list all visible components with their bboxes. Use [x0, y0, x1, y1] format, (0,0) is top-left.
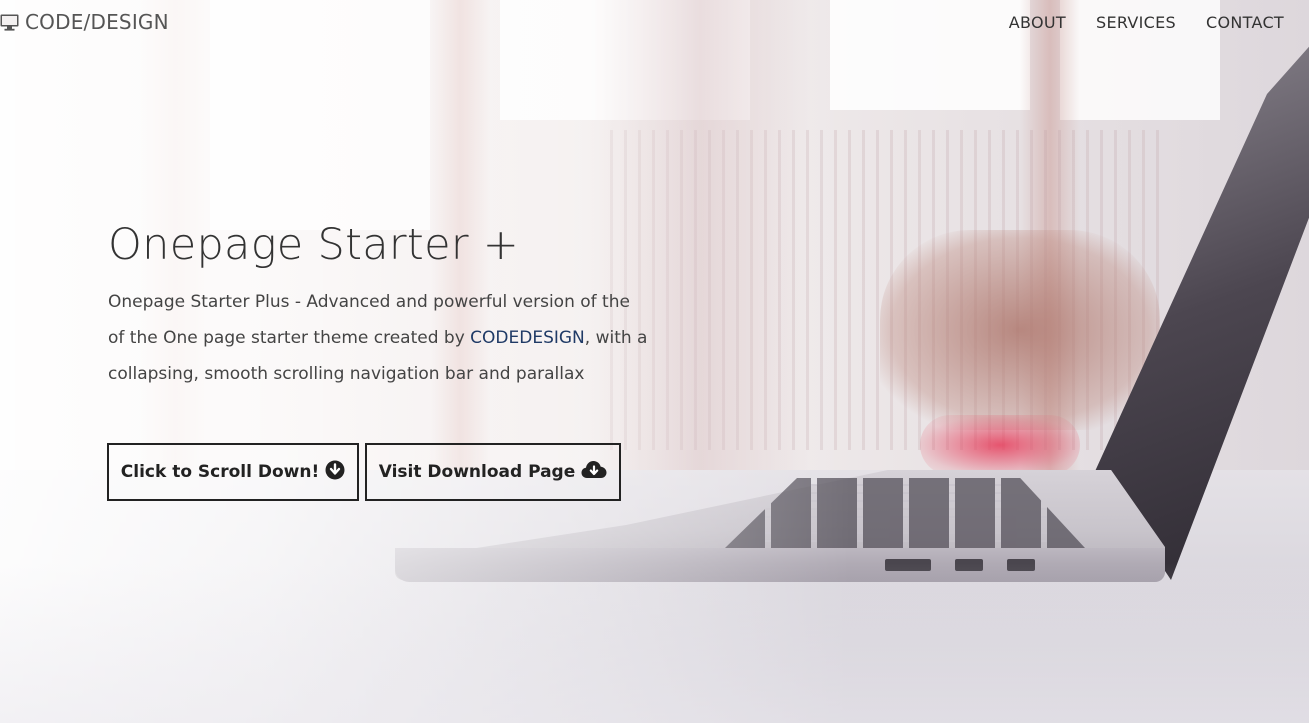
brand-logo[interactable]: CODE/DESIGN — [0, 10, 169, 34]
background-overlay-bottom — [0, 563, 1309, 723]
nav-link-about[interactable]: ABOUT — [994, 13, 1081, 32]
download-page-button[interactable]: Visit Download Page — [365, 443, 621, 501]
hero-section: Onepage Starter + Onepage Starter Plus -… — [108, 220, 668, 392]
cloud-download-icon — [581, 460, 607, 485]
hero-title: Onepage Starter + — [108, 220, 520, 270]
nav-link-services[interactable]: SERVICES — [1081, 13, 1191, 32]
monitor-icon — [0, 14, 19, 31]
nav-links: ABOUT SERVICES CONTACT — [994, 13, 1299, 32]
nav-link-contact[interactable]: CONTACT — [1191, 13, 1299, 32]
codedesign-link[interactable]: CODEDESIGN — [470, 328, 585, 348]
hero-buttons: Click to Scroll Down! Visit Download Pag… — [107, 443, 621, 501]
scroll-down-button[interactable]: Click to Scroll Down! — [107, 443, 359, 501]
navbar: CODE/DESIGN ABOUT SERVICES CONTACT — [0, 0, 1309, 44]
arrow-circle-down-icon — [325, 460, 345, 485]
brand-name: CODE/DESIGN — [25, 10, 169, 34]
download-page-label: Visit Download Page — [378, 462, 576, 482]
scroll-down-label: Click to Scroll Down! — [120, 462, 320, 482]
hero-description: Onepage Starter Plus - Advanced and powe… — [108, 284, 648, 392]
